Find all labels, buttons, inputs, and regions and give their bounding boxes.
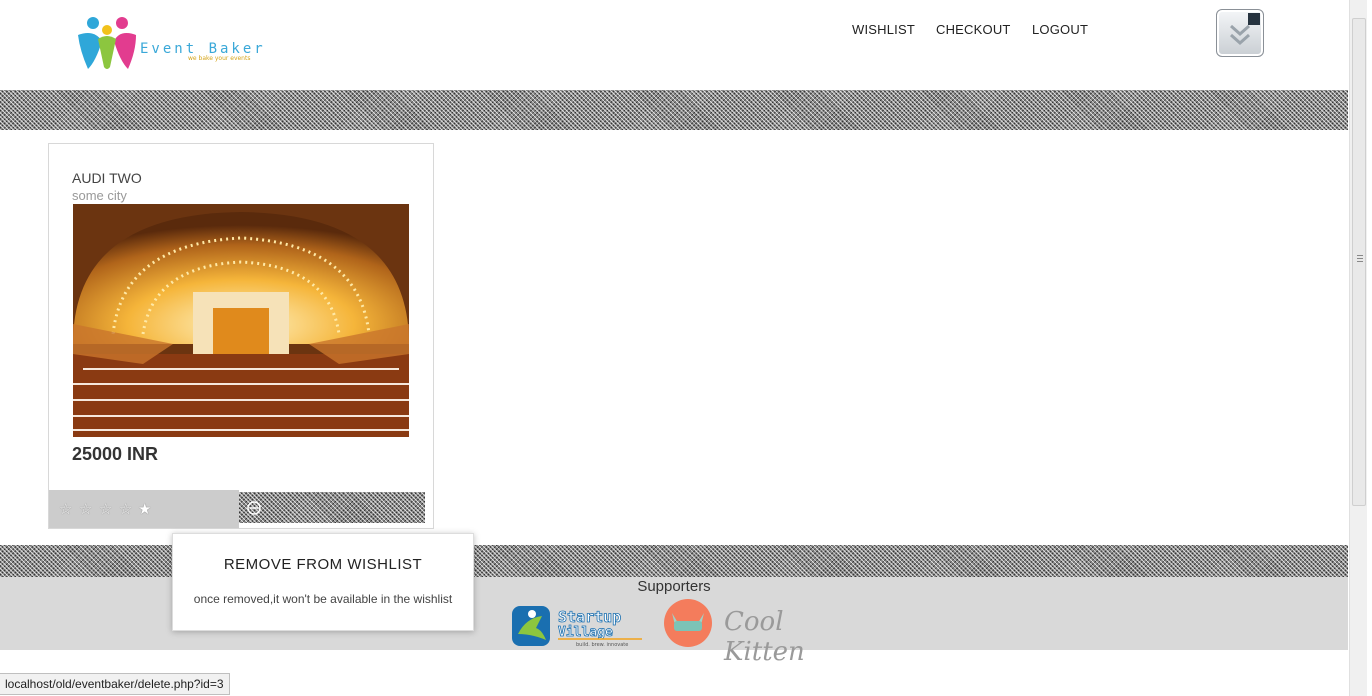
brand-tagline: we bake your events	[188, 55, 251, 62]
logo-figures-icon	[78, 17, 136, 69]
venue-city: some city	[72, 188, 127, 203]
svg-text:build. brew. innovate: build. brew. innovate	[576, 642, 628, 648]
svg-text:Village: Village	[558, 625, 613, 640]
star-icon[interactable]: ☆	[59, 500, 72, 518]
tooltip-title: REMOVE FROM WISHLIST	[223, 556, 423, 573]
star-icon[interactable]: ☆	[79, 500, 92, 518]
venue-name: AUDI TWO	[72, 170, 142, 186]
tooltip-text: once removed,it won't be available in th…	[193, 592, 453, 606]
star-icon[interactable]: ☆	[99, 500, 112, 518]
star-icon[interactable]: ☆	[119, 500, 132, 518]
event-baker-logo[interactable]: Event Baker we bake your events	[76, 15, 276, 71]
venue-card: AUDI TWO some city 25000 INR ☆ ☆ ☆ ☆ ★	[48, 143, 434, 529]
remove-tooltip: REMOVE FROM WISHLIST once removed,it won…	[172, 533, 474, 631]
startup-village-logo[interactable]: Startup Village build. brew. innovate	[512, 604, 648, 648]
down-arrows-icon	[1230, 24, 1250, 46]
nav-checkout-link[interactable]: CHECKOUT	[936, 22, 1011, 37]
startup-village-emblem: Startup Village build. brew. innovate	[512, 606, 642, 648]
star-icon[interactable]: ★	[138, 500, 151, 518]
remove-from-wishlist-button[interactable]	[239, 492, 425, 523]
star-rating[interactable]: ☆ ☆ ☆ ☆ ★	[49, 490, 239, 528]
vertical-scrollbar[interactable]	[1349, 0, 1367, 696]
nav-logout-link[interactable]: LOGOUT	[1032, 22, 1088, 37]
auditorium-image	[73, 204, 409, 437]
nav-wishlist-link[interactable]: WISHLIST	[852, 22, 915, 37]
startup-name-text: Startup	[558, 608, 621, 626]
download-arrow-icon[interactable]	[1216, 9, 1264, 57]
status-bar-url: localhost/old/eventbaker/delete.php?id=3	[0, 673, 230, 695]
remove-icon	[247, 501, 261, 515]
venue-price: 25000 INR	[72, 444, 159, 464]
venue-photo[interactable]	[73, 204, 409, 437]
cool-kitten-logo[interactable]: Cool Kitten	[660, 597, 845, 667]
kitten-face-icon	[664, 599, 712, 647]
kitten-name: Cool Kitten	[724, 607, 805, 667]
category-bar	[0, 90, 1348, 130]
scrollbar-thumb[interactable]	[1352, 18, 1366, 506]
grip-icon	[1357, 255, 1363, 263]
